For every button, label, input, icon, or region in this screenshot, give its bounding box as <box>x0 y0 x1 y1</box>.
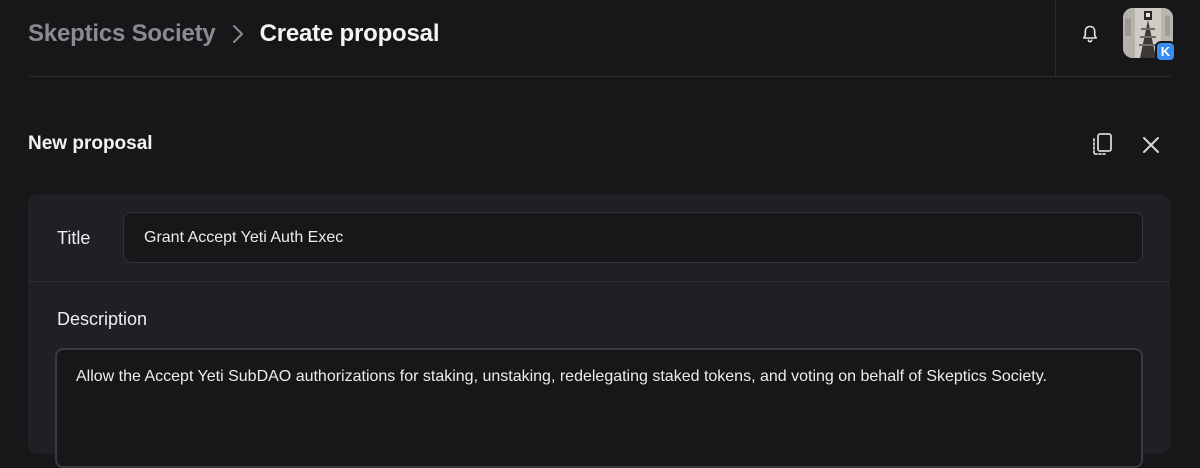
top-bar: Skeptics Society Create proposal K <box>0 0 1200 77</box>
header-divider <box>28 76 1172 77</box>
page-title: Create proposal <box>259 20 440 47</box>
description-textarea[interactable]: Allow the Accept Yeti SubDAO authorizati… <box>55 348 1143 468</box>
title-row: Title Grant Accept Yeti Auth Exec <box>28 194 1170 282</box>
chevron-right-icon <box>232 24 246 44</box>
title-label: Title <box>57 228 91 248</box>
breadcrumb: Skeptics Society Create proposal <box>28 18 439 50</box>
avatar-badge: K <box>1155 41 1176 62</box>
proposal-form-card: Title Grant Accept Yeti Auth Exec Descri… <box>28 194 1170 468</box>
close-icon[interactable] <box>1137 131 1165 159</box>
title-input-value: Grant Accept Yeti Auth Exec <box>144 228 344 246</box>
copy-icon[interactable] <box>1088 131 1116 159</box>
section-title: New proposal <box>28 133 153 154</box>
title-input[interactable]: Grant Accept Yeti Auth Exec <box>123 212 1143 263</box>
description-label: Description <box>57 309 148 329</box>
breadcrumb-parent-link[interactable]: Skeptics Society <box>28 20 216 48</box>
description-value: Allow the Accept Yeti SubDAO authorizati… <box>76 368 1047 385</box>
header-divider-vertical <box>1055 0 1056 77</box>
bell-icon[interactable] <box>1080 23 1100 45</box>
